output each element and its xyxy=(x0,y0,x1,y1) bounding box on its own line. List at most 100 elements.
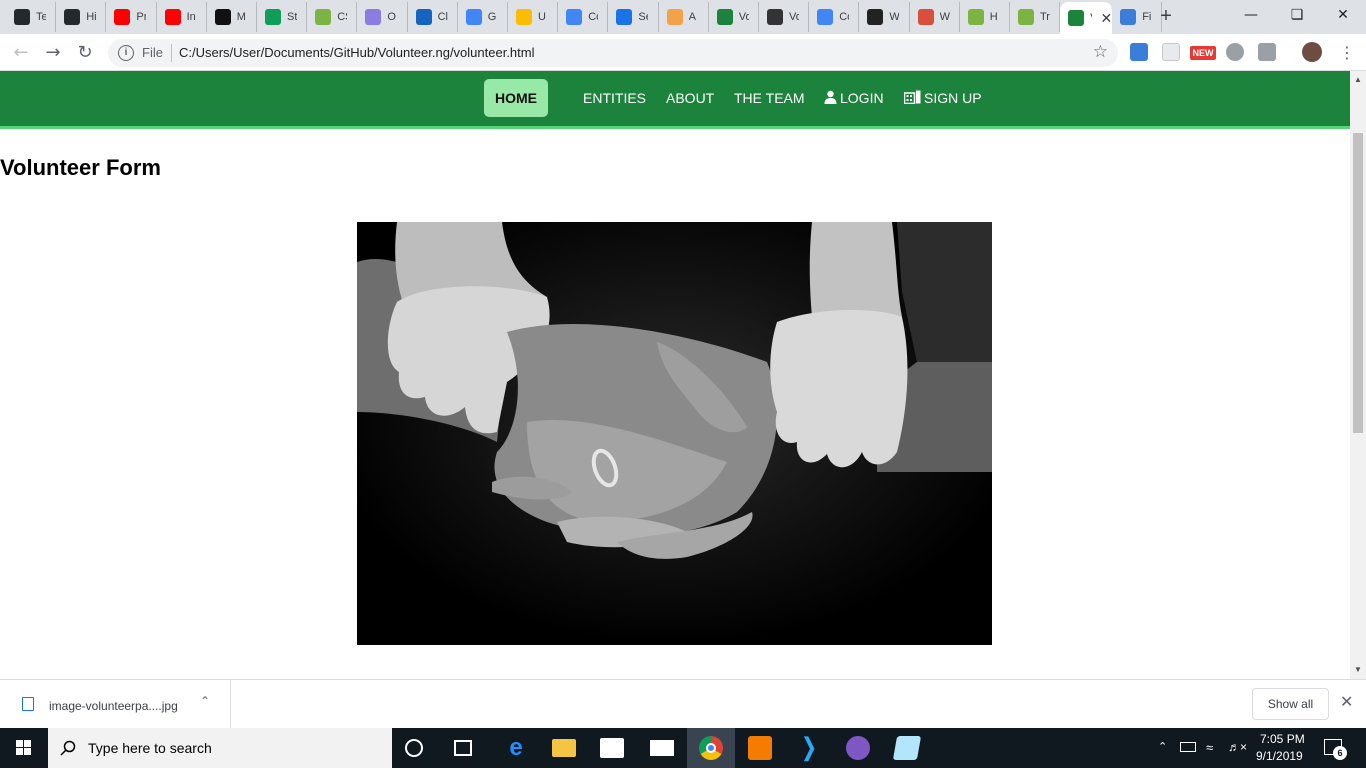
chevron-up-tray-icon[interactable]: ⌃ xyxy=(1158,740,1167,753)
browser-tab[interactable]: W xyxy=(859,2,910,32)
browser-tab[interactable]: CS xyxy=(307,2,358,32)
browser-tab[interactable]: A xyxy=(659,2,709,32)
browser-tab[interactable]: Cl xyxy=(408,2,458,32)
taskbar-chrome-active[interactable] xyxy=(687,728,735,768)
page-scrollbar[interactable]: ▲ ▼ xyxy=(1350,71,1366,679)
browser-tab[interactable]: O xyxy=(357,2,408,32)
taskbar-search-box[interactable]: Type here to search xyxy=(48,728,392,768)
tab-title: U xyxy=(538,11,546,23)
volume-icon[interactable]: ♬× xyxy=(1228,740,1247,754)
info-icon[interactable]: i xyxy=(118,45,134,61)
scroll-down-icon[interactable]: ▼ xyxy=(1354,665,1362,674)
windows-taskbar: Type here to search e ❭ ⌃ ≈ ♬× 7:05 PM 9… xyxy=(0,728,1366,768)
sign-up-icon xyxy=(904,90,921,104)
scrollbar-thumb[interactable] xyxy=(1353,133,1363,433)
browser-tab[interactable]: Vo xyxy=(709,2,759,32)
tab-title: St xyxy=(287,11,297,23)
s-icon xyxy=(1120,9,1137,25)
image-file-icon xyxy=(22,697,34,711)
vscode-icon[interactable]: ❭ xyxy=(797,736,821,760)
google-icon xyxy=(465,9,482,25)
tab-title: M xyxy=(236,11,246,23)
browser-tab[interactable]: Pr xyxy=(106,2,157,32)
tab-title: Vo xyxy=(738,11,749,23)
s-extension-icon[interactable] xyxy=(1130,43,1148,61)
url-text[interactable]: C:/Users/User/Documents/GitHub/Volunteer… xyxy=(179,45,535,60)
notes-icon[interactable] xyxy=(892,736,922,760)
edge-icon[interactable]: e xyxy=(504,736,528,760)
close-window-button[interactable]: ✕ xyxy=(1320,0,1366,30)
mail-icon[interactable] xyxy=(650,740,674,756)
browser-tab[interactable]: H xyxy=(960,2,1010,32)
back-button[interactable]: ← xyxy=(8,40,34,66)
notification-count-badge: 6 xyxy=(1333,746,1347,760)
browser-tab[interactable]: Co xyxy=(558,2,609,32)
help-icon[interactable] xyxy=(1226,43,1244,61)
chevron-up-icon[interactable]: ⌃ xyxy=(200,694,210,708)
browser-tab[interactable]: Hi xyxy=(56,2,107,32)
pocket-icon[interactable] xyxy=(1162,43,1180,61)
github-desktop-icon[interactable] xyxy=(846,736,870,760)
menu-icon[interactable]: ⋮ xyxy=(1334,40,1360,66)
show-all-button[interactable]: Show all xyxy=(1252,688,1329,720)
nav-entities-link[interactable]: ENTITIES xyxy=(583,90,646,106)
restore-button[interactable]: ❏ xyxy=(1274,0,1320,30)
browser-tab[interactable]: In xyxy=(157,2,207,32)
start-button[interactable] xyxy=(0,728,48,768)
close-tab-icon[interactable]: ✕ xyxy=(1100,10,1112,27)
bookmark-star-icon[interactable]: ☆ xyxy=(1093,42,1108,62)
avatar[interactable] xyxy=(1302,42,1322,62)
reload-button[interactable]: ↻ xyxy=(72,40,98,66)
new-badge-icon[interactable]: NEW xyxy=(1190,46,1216,60)
battery-icon[interactable] xyxy=(1180,742,1196,752)
file-explorer-icon[interactable] xyxy=(552,739,576,757)
browser-tab[interactable]: M xyxy=(207,2,257,32)
tab-title: Vo xyxy=(789,11,799,23)
clock-time[interactable]: 7:05 PM xyxy=(1260,732,1305,746)
minimize-button[interactable]: — xyxy=(1228,0,1274,30)
clock-date[interactable]: 9/1/2019 xyxy=(1256,749,1303,763)
task-view-icon[interactable] xyxy=(454,740,472,756)
github-icon xyxy=(14,9,30,25)
download-shelf: image-volunteerpa....jpg ⌃ Show all ✕ xyxy=(0,679,1366,728)
tab-title: A xyxy=(688,11,696,23)
nav-team-link[interactable]: THE TEAM xyxy=(734,90,805,106)
browser-tab[interactable]: U xyxy=(508,2,559,32)
tab-title: O xyxy=(387,11,396,23)
sublime-text-icon[interactable] xyxy=(748,736,772,760)
download-item[interactable]: image-volunteerpa....jpg ⌃ xyxy=(0,680,231,728)
browser-tab[interactable]: Vo xyxy=(759,2,810,32)
browser-tab[interactable]: Tr xyxy=(1010,2,1061,32)
browser-tab[interactable]: G xyxy=(458,2,508,32)
scroll-up-icon[interactable]: ▲ xyxy=(1354,75,1362,84)
tab-title: Hi xyxy=(86,11,97,23)
nav-login-link[interactable]: LOGIN xyxy=(824,90,884,106)
youtube-icon xyxy=(164,9,181,25)
user-icon xyxy=(824,90,837,104)
browser-tab[interactable]: W xyxy=(910,2,960,32)
nav-about-link[interactable]: ABOUT xyxy=(666,90,714,106)
nav-signup-link[interactable]: SIGN UP xyxy=(904,90,982,106)
address-bar[interactable]: i File C:/Users/User/Documents/GitHub/Vo… xyxy=(108,39,1118,67)
nav-home-link[interactable]: HOME xyxy=(484,79,548,117)
tab-title: Fi xyxy=(1142,11,1152,23)
pdf-icon[interactable] xyxy=(1258,43,1276,61)
youtube-icon xyxy=(114,9,131,25)
browser-tab[interactable]: Te xyxy=(6,2,57,32)
nav-login-label: LOGIN xyxy=(840,90,884,106)
browser-tab[interactable]: St xyxy=(257,2,308,32)
tab-title: W xyxy=(889,11,900,23)
forward-button[interactable]: → xyxy=(40,40,66,66)
close-icon[interactable]: ✕ xyxy=(1340,692,1353,712)
tab-title: Se xyxy=(638,11,648,23)
tab-title: G xyxy=(487,11,497,23)
wifi-icon[interactable]: ≈ xyxy=(1206,740,1213,755)
w3schools-icon xyxy=(1018,9,1034,25)
browser-tab[interactable]: V✕ xyxy=(1060,2,1113,34)
browser-tab[interactable]: Se xyxy=(608,2,659,32)
url-separator xyxy=(171,44,172,62)
store-icon[interactable] xyxy=(600,738,624,758)
cortana-icon[interactable] xyxy=(405,739,423,757)
browser-tab[interactable]: Co xyxy=(809,2,860,32)
new-tab-button[interactable]: + xyxy=(1154,4,1178,28)
